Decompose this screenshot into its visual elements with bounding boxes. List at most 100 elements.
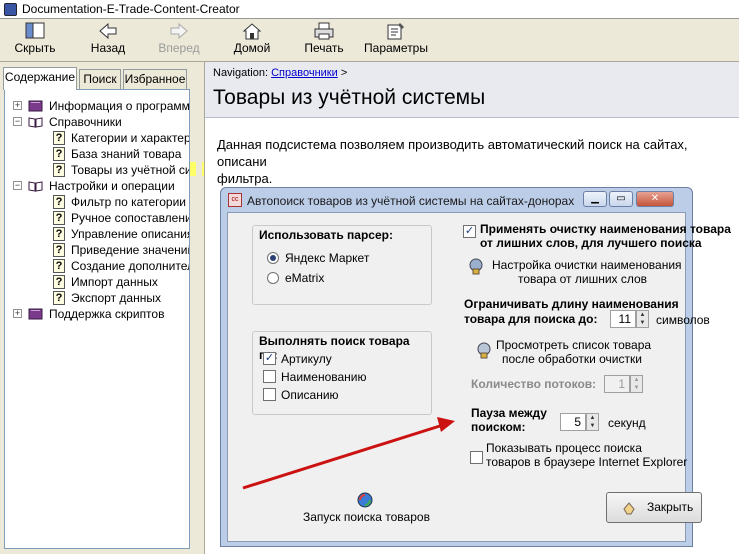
pause-label-1: Пауза между — [471, 406, 547, 420]
show-process-checkbox[interactable] — [470, 451, 483, 464]
print-button[interactable]: Печать — [302, 21, 346, 59]
pause-input[interactable]: 5 — [560, 413, 586, 431]
toolbar: Скрыть Назад Вперед Домой Печать Парамет… — [0, 19, 739, 62]
parser-ematrix-radio[interactable] — [267, 272, 279, 284]
search-article-checkbox[interactable]: ✓ — [263, 352, 276, 365]
print-label: Печать — [304, 41, 344, 55]
limit-length-input[interactable]: 11 — [610, 310, 636, 328]
tab-contents[interactable]: Содержание — [3, 67, 77, 90]
close-button-label: Закрыть — [647, 500, 694, 514]
nav-header: Navigation: Справочники > Товары из учёт… — [205, 62, 739, 118]
contents-tree: + Информация о программе − Справочники ?… — [4, 89, 190, 549]
view-list-icon[interactable] — [476, 341, 492, 359]
options-button[interactable]: Параметры — [364, 21, 428, 59]
pane-splitter[interactable] — [196, 62, 202, 554]
limit-length-spinner[interactable]: ▲ ▼ — [636, 310, 649, 328]
apply-clean-checkbox[interactable]: ✓ — [463, 225, 476, 238]
description-line-2: фильтра. — [217, 171, 273, 186]
start-search-icon[interactable] — [356, 491, 374, 509]
tab-favorites[interactable]: Избранное — [123, 69, 187, 89]
threads-label: Количество потоков: — [471, 377, 597, 391]
window-title: Documentation-E-Trade-Content-Creator — [22, 2, 240, 16]
search-desc-label: Описанию — [281, 388, 339, 402]
description-line-1: Данная подсистема позволяем производить … — [217, 137, 688, 169]
tree-item-label: Управление описаниями — [71, 227, 189, 241]
maximize-icon[interactable]: ▭ — [609, 191, 633, 207]
help-topic-icon: ? — [53, 147, 65, 161]
expand-icon[interactable]: + — [13, 101, 22, 110]
arrow-left-icon — [99, 22, 117, 40]
search-desc-checkbox[interactable] — [263, 388, 276, 401]
tree-item-label: Фильтр по категории товаров — [71, 195, 189, 209]
limit-length-unit: символов — [656, 313, 710, 327]
breadcrumb: Navigation: Справочники > — [213, 67, 347, 79]
help-topic-icon: ? — [53, 275, 65, 289]
options-icon — [387, 23, 404, 40]
back-button[interactable]: Назад — [88, 21, 128, 59]
help-topic-icon: ? — [53, 227, 65, 241]
hide-label: Скрыть — [14, 41, 56, 55]
tree-item-label: База знаний товара — [71, 147, 182, 161]
threads-input[interactable]: 1 — [604, 375, 630, 393]
tree-item-label: Категории и характеристики — [71, 131, 190, 145]
view-list-link-1[interactable]: Просмотреть список товара — [496, 338, 651, 352]
forward-button[interactable]: Вперед — [156, 21, 202, 59]
tree-item-label: Импорт данных — [71, 275, 158, 289]
start-search-label[interactable]: Запуск поиска товаров — [303, 510, 430, 524]
tree-item-label: Справочники — [49, 115, 122, 129]
tab-search[interactable]: Поиск — [79, 69, 121, 89]
collapse-icon[interactable]: − — [13, 181, 22, 190]
home-label: Домой — [233, 41, 271, 55]
pause-unit: секунд — [608, 416, 646, 430]
help-topic-icon: ? — [53, 163, 65, 177]
book-closed-icon — [28, 308, 43, 320]
search-name-checkbox[interactable] — [263, 370, 276, 383]
view-list-link-2[interactable]: после обработки очистки — [502, 352, 642, 366]
limit-length-label-2: товара для поиска до: — [464, 312, 598, 326]
parser-ematrix-label: eMatrix — [285, 271, 325, 285]
tree-item-label: Поддержка скриптов — [49, 307, 165, 321]
breadcrumb-separator: > — [340, 67, 348, 79]
pause-label-2: поиском: — [471, 420, 526, 434]
nav-tabs: Содержание Поиск Избранное — [0, 62, 203, 90]
parser-yandex-radio[interactable] — [267, 252, 279, 264]
hide-button[interactable]: Скрыть — [12, 21, 58, 59]
collapse-icon[interactable]: − — [13, 117, 22, 126]
window-close-icon[interactable]: ✕ — [636, 191, 674, 207]
search-name-label: Наименованию — [281, 370, 367, 384]
breadcrumb-link-references[interactable]: Справочники — [271, 67, 338, 79]
tree-item-label: Экспорт данных — [71, 291, 161, 305]
tree-item-label: Настройки и операции — [49, 179, 175, 193]
tree-item-label: Информация о программе — [49, 99, 190, 113]
tree-item-label: Ручное сопоставление — [71, 211, 190, 225]
show-process-label-1: Показывать процесс поиска — [486, 441, 642, 455]
minimize-icon[interactable]: ▁ — [583, 191, 607, 207]
app-icon — [4, 3, 17, 16]
book-open-icon — [28, 181, 43, 192]
options-label: Параметры — [364, 41, 428, 55]
tree-item-label: Создание дополнительных — [71, 259, 189, 273]
clean-settings-icon[interactable] — [468, 257, 484, 275]
search-by-group: Выполнять поиск товара по: ✓ Артикулу На… — [252, 331, 432, 415]
pause-spinner[interactable]: ▲ ▼ — [586, 413, 599, 431]
content-pane: Navigation: Справочники > Товары из учёт… — [204, 62, 739, 554]
help-topic-icon: ? — [53, 131, 65, 145]
expand-icon[interactable]: + — [13, 309, 22, 318]
close-button[interactable]: Закрыть — [606, 492, 702, 523]
home-button[interactable]: Домой — [230, 21, 274, 59]
parser-group-title: Использовать парсер: — [259, 228, 393, 242]
forward-label: Вперед — [158, 41, 200, 55]
dialog-app-icon: cc — [228, 193, 242, 207]
close-hand-icon — [623, 502, 635, 515]
dialog-title: Автопоиск товаров из учётной системы на … — [247, 194, 575, 208]
threads-spinner[interactable]: ▲ ▼ — [630, 375, 643, 393]
tree-item-label: Товары из учётной системы — [71, 163, 189, 177]
help-topic-icon: ? — [53, 291, 65, 305]
help-topic-icon: ? — [53, 195, 65, 209]
tree-item-label: Приведение значений — [71, 243, 190, 257]
home-icon — [242, 23, 262, 40]
back-label: Назад — [90, 41, 126, 55]
clean-settings-link-1[interactable]: Настройка очистки наименования — [492, 258, 682, 272]
clean-settings-link-2[interactable]: товара от лишних слов — [518, 272, 647, 286]
window-titlebar: Documentation-E-Trade-Content-Creator — [0, 0, 739, 19]
